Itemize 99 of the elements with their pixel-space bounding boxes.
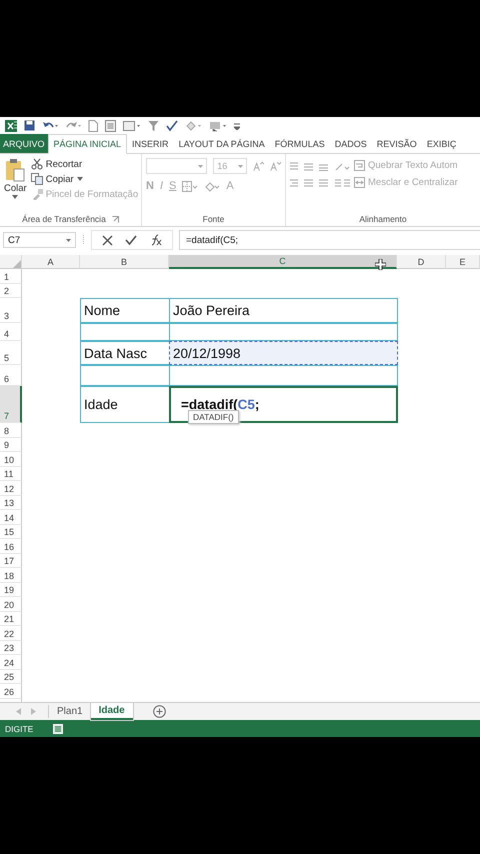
paintbrush-icon: [30, 188, 43, 200]
row-header[interactable]: 7: [0, 386, 22, 423]
row-header[interactable]: 2: [0, 284, 22, 298]
row-header[interactable]: 1: [0, 269, 22, 284]
row-header[interactable]: 8: [0, 423, 22, 438]
caret-icon: [198, 164, 204, 168]
scissors-icon: [30, 158, 43, 170]
row-header[interactable]: 21: [0, 612, 22, 626]
table-cell[interactable]: [169, 365, 398, 386]
increase-font-icon[interactable]: [252, 160, 264, 172]
print-preview-icon[interactable]: [105, 120, 116, 132]
paste-button[interactable]: Colar: [4, 183, 27, 194]
group-label: Alinhamento: [359, 214, 407, 224]
table-cell[interactable]: [80, 323, 170, 341]
status-mode: DIGITE: [5, 724, 34, 734]
cancel-icon[interactable]: [102, 234, 113, 246]
row-header[interactable]: 25: [0, 670, 22, 684]
ribbon-tab[interactable]: INSERIR: [127, 134, 174, 153]
indent-icons-drawing[interactable]: [290, 179, 350, 188]
macro-icon[interactable]: [209, 120, 227, 132]
row-header[interactable]: 23: [0, 640, 22, 655]
wrap-text-icon: [354, 160, 365, 171]
row-header[interactable]: 4: [0, 323, 22, 341]
row-header[interactable]: 19: [0, 582, 22, 597]
cut-button[interactable]: Recortar: [46, 158, 82, 170]
formula-input[interactable]: =datadif(C5;: [179, 230, 480, 250]
new-document-icon[interactable]: [88, 120, 98, 132]
row-header[interactable]: 17: [0, 554, 22, 568]
cell-cursor-icon: [375, 259, 386, 270]
row-header[interactable]: 13: [0, 496, 22, 510]
column-header[interactable]: E: [446, 255, 480, 269]
copy-button[interactable]: Copiar: [46, 174, 74, 184]
ribbon-tab[interactable]: LAYOUT DA PÁGINA: [174, 134, 270, 153]
row-header[interactable]: 22: [0, 626, 22, 640]
alignment-icons-drawing[interactable]: [290, 162, 350, 171]
row-header[interactable]: 26: [0, 684, 22, 698]
caret-icon: [238, 164, 243, 168]
row-header[interactable]: 20: [0, 597, 22, 612]
table-cell[interactable]: Idade: [80, 386, 170, 423]
font-name-field[interactable]: [146, 158, 208, 174]
ribbon-tab[interactable]: FÓRMULAS: [270, 134, 330, 153]
caret-icon[interactable]: [66, 238, 71, 242]
group-label: Área de Transferência: [22, 214, 106, 224]
row-header[interactable]: 9: [0, 438, 22, 452]
row-header[interactable]: 5: [0, 341, 22, 365]
row-header[interactable]: 11: [0, 466, 22, 481]
table-cell[interactable]: João Pereira: [169, 298, 398, 323]
paste-icon[interactable]: [5, 158, 26, 182]
copy-icon: [30, 173, 43, 185]
caret-icon[interactable]: [76, 177, 83, 181]
row-header[interactable]: 10: [0, 452, 22, 466]
row-header[interactable]: 14: [0, 510, 22, 524]
macro-record-icon[interactable]: [53, 724, 64, 734]
fill-color-icon[interactable]: [204, 180, 220, 192]
group-label: Fonte: [202, 214, 224, 224]
column-header[interactable]: D: [397, 255, 446, 269]
scroll-right-icon[interactable]: [31, 708, 36, 715]
row-header[interactable]: 15: [0, 524, 22, 539]
name-box-value: C7: [8, 234, 20, 246]
row-header[interactable]: 24: [0, 655, 22, 670]
decrease-font-icon[interactable]: [270, 160, 281, 172]
splitter-icon[interactable]: [82, 235, 85, 245]
ribbon-tab[interactable]: EXIBIÇ: [422, 134, 462, 153]
ribbon-tab[interactable]: ARQUIVO: [0, 134, 48, 153]
row-header[interactable]: 6: [0, 365, 22, 386]
ribbon-tab[interactable]: DADOS: [330, 134, 372, 153]
ribbon-tab[interactable]: REVISÃO: [372, 134, 422, 153]
row-header[interactable]: 3: [0, 298, 22, 323]
customize-toolbar-icon[interactable]: [234, 122, 240, 130]
function-tooltip: DATADIF(): [188, 410, 239, 424]
table-cell[interactable]: 20/12/1998: [169, 341, 398, 365]
insert-function-icon[interactable]: [149, 234, 162, 246]
table-cell[interactable]: Nome: [80, 298, 170, 323]
borders-icon[interactable]: [182, 180, 198, 192]
form-icon[interactable]: [123, 120, 141, 132]
ribbon-tab[interactable]: PÁGINA INICIAL: [48, 134, 128, 154]
scroll-left-icon[interactable]: [16, 708, 21, 715]
table-cell[interactable]: [80, 365, 170, 386]
sheet-tab[interactable]: Idade: [90, 703, 133, 720]
dialog-launcher-icon[interactable]: [112, 216, 119, 222]
column-header[interactable]: A: [22, 255, 80, 269]
caret-icon[interactable]: [12, 195, 18, 199]
fill-icon[interactable]: [185, 120, 202, 132]
excel-logo-icon[interactable]: [5, 120, 17, 132]
enter-check-icon[interactable]: [125, 235, 137, 245]
name-box[interactable]: C7: [3, 232, 76, 248]
merge-center-icon: [354, 177, 365, 188]
save-icon[interactable]: [24, 120, 35, 131]
row-header[interactable]: 18: [0, 568, 22, 582]
spell-check-icon[interactable]: [166, 120, 178, 132]
sheet-tab[interactable]: Plan1: [49, 703, 91, 720]
filter-icon[interactable]: [148, 120, 159, 132]
column-header[interactable]: C: [169, 255, 397, 269]
font-size-value: 16: [217, 161, 228, 171]
column-header[interactable]: B: [80, 255, 169, 269]
row-header[interactable]: 16: [0, 539, 22, 554]
row-header[interactable]: 12: [0, 481, 22, 496]
table-cell[interactable]: [169, 323, 398, 341]
add-sheet-icon[interactable]: [152, 705, 166, 718]
